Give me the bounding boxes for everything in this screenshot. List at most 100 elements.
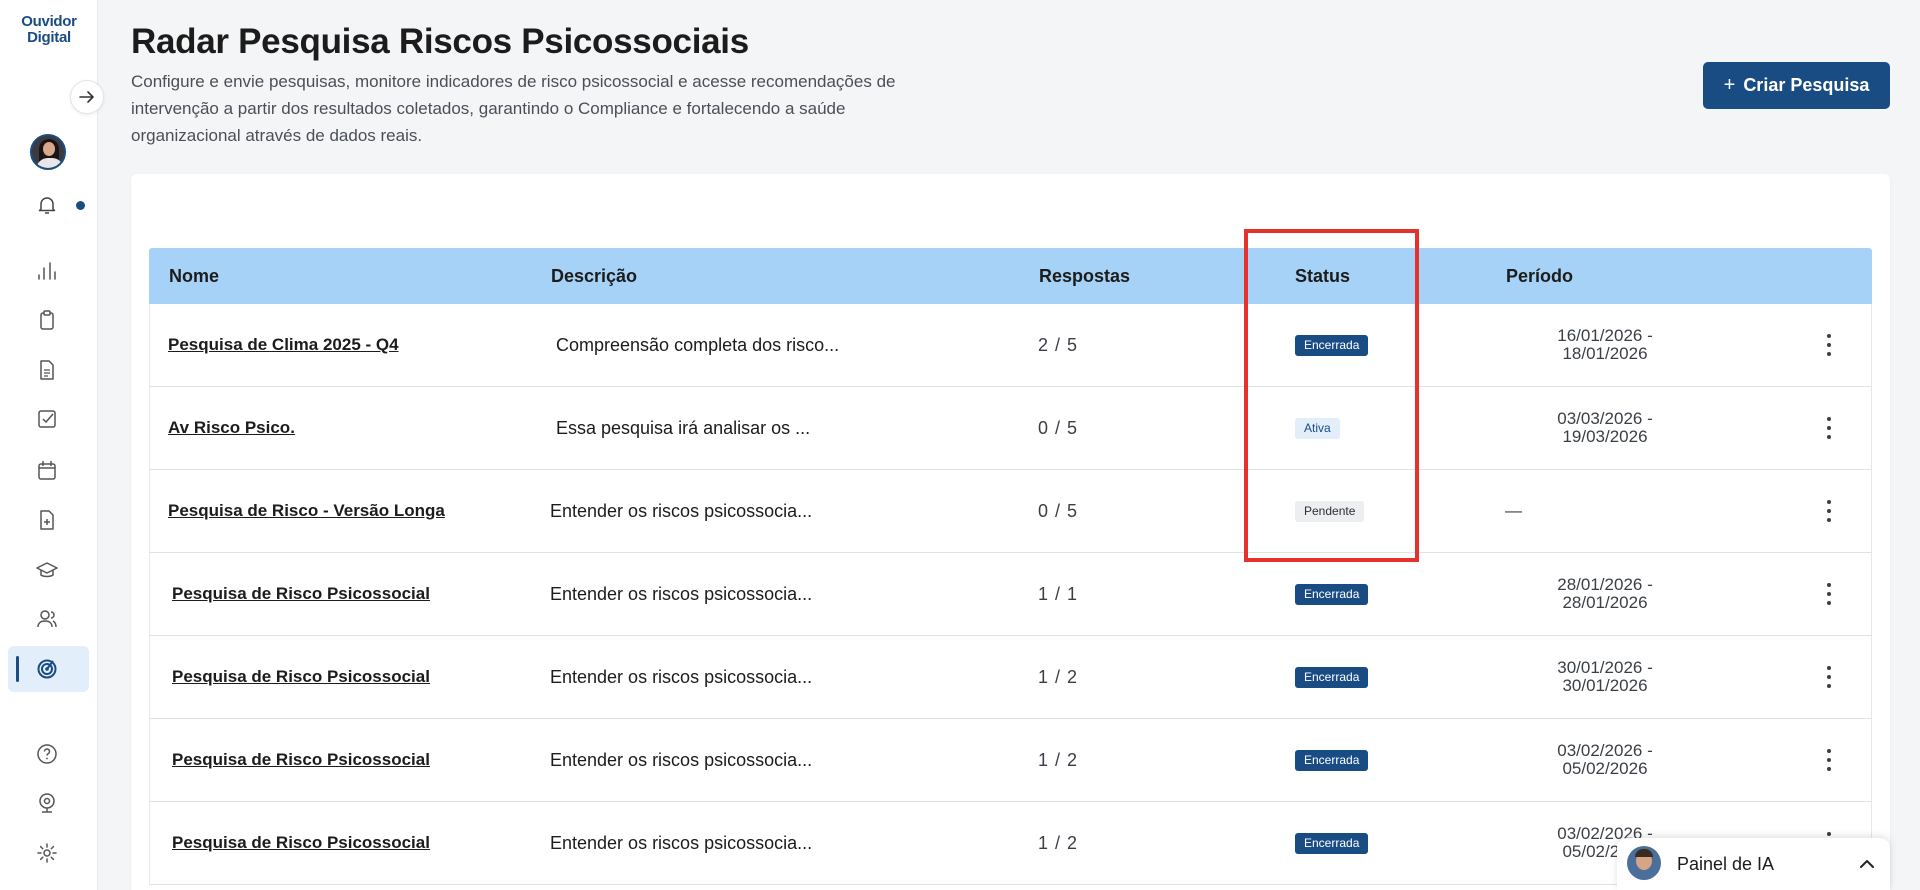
logo-line-1: Ouvidor [21, 13, 77, 30]
status-cell: Encerrada [1295, 719, 1445, 801]
name-cell: Av Risco Psico. [168, 387, 548, 469]
description-cell: Entender os riscos psicossocia... [550, 832, 813, 853]
nav-active-indicator [16, 656, 19, 682]
status-badge: Encerrada [1295, 832, 1369, 854]
row-menu-button[interactable] [1812, 470, 1846, 552]
logo[interactable]: Ouvidor Digital [14, 14, 84, 46]
status-badge: Encerrada [1295, 666, 1369, 688]
status-badge: Encerrada [1295, 583, 1369, 605]
description-cell: Entender os riscos psicossocia... [550, 666, 813, 687]
page-title: Radar Pesquisa Riscos Psicossociais [131, 22, 749, 61]
gear-icon[interactable] [34, 840, 60, 866]
ia-panel-label: Painel de IA [1677, 854, 1775, 874]
responses-cell: 2 / 5 [1038, 334, 1079, 355]
help-icon[interactable] [34, 741, 60, 767]
expand-sidebar-button[interactable] [70, 80, 104, 114]
description-cell: Compreensão completa dos risco... [556, 334, 840, 355]
ia-panel[interactable]: Painel de IA [1617, 838, 1890, 890]
radar-icon[interactable] [34, 656, 60, 682]
responses-cell: 1 / 1 [1038, 583, 1079, 604]
survey-name-link[interactable]: Pesquisa de Risco Psicossocial [172, 833, 430, 853]
name-cell: Pesquisa de Risco - Versão Longa [168, 470, 548, 552]
description-cell: Entender os riscos psicossocia... [550, 583, 813, 604]
period-empty: — [1505, 501, 1522, 520]
kebab-icon [1827, 417, 1831, 439]
document-icon[interactable] [34, 357, 60, 383]
kebab-icon [1827, 334, 1831, 356]
period-end: 19/03/2026 [1562, 427, 1648, 446]
col-name[interactable]: Nome [169, 248, 219, 304]
kebab-icon [1827, 666, 1831, 688]
calendar-icon[interactable] [34, 457, 60, 483]
responses-cell: 0 / 5 [1038, 500, 1079, 521]
period-start: 03/02/2026 - [1557, 741, 1653, 760]
col-period[interactable]: Período [1506, 248, 1573, 304]
period-cell: 16/01/2026 - 18/01/2026 [1505, 304, 1775, 386]
sidebar: Ouvidor Digital [0, 0, 104, 890]
responses-cell: 0 / 5 [1038, 417, 1079, 438]
responses-cell: 1 / 2 [1038, 832, 1079, 853]
kebab-icon [1827, 749, 1831, 771]
survey-name-link[interactable]: Av Risco Psico. [168, 418, 295, 438]
kebab-icon [1827, 583, 1831, 605]
col-responses[interactable]: Respostas [1039, 248, 1130, 304]
name-cell: Pesquisa de Risco Psicossocial [172, 553, 552, 635]
create-survey-label: Criar Pesquisa [1743, 75, 1870, 95]
survey-name-link[interactable]: Pesquisa de Clima 2025 - Q4 [168, 335, 399, 355]
status-badge: Encerrada [1295, 749, 1369, 771]
table-header: Nome Descrição Respostas Status Período [149, 248, 1872, 304]
row-menu-button[interactable] [1812, 636, 1846, 718]
bar-chart-icon[interactable] [34, 258, 60, 284]
survey-name-link[interactable]: Pesquisa de Risco - Versão Longa [168, 501, 445, 521]
name-cell: Pesquisa de Clima 2025 - Q4 [168, 304, 548, 386]
file-plus-icon[interactable] [34, 507, 60, 533]
description-cell: Essa pesquisa irá analisar os ... [556, 417, 811, 438]
bell-icon[interactable] [36, 194, 58, 216]
table-row[interactable]: Pesquisa de Risco Psicossocial Entender … [149, 802, 1872, 885]
survey-name-link[interactable]: Pesquisa de Risco Psicossocial [172, 667, 430, 687]
table-row[interactable]: Pesquisa de Risco - Versão Longa Entende… [149, 470, 1872, 553]
period-end: 05/02/2026 [1562, 759, 1648, 778]
create-survey-button[interactable]: + Criar Pesquisa [1703, 62, 1890, 109]
table-row[interactable]: Pesquisa de Clima 2025 - Q4 Compreensão … [149, 304, 1872, 387]
description-cell: Entender os riscos psicossocia... [550, 749, 813, 770]
row-menu-button[interactable] [1812, 304, 1846, 386]
period-cell: 28/01/2026 - 28/01/2026 [1505, 553, 1775, 635]
period-start: 16/01/2026 - [1557, 326, 1653, 345]
row-menu-button[interactable] [1812, 719, 1846, 801]
period-cell: 03/02/2026 - 05/02/2026 [1505, 719, 1775, 801]
users-icon[interactable] [34, 606, 60, 632]
plus-icon: + [1723, 74, 1736, 96]
col-description[interactable]: Descrição [551, 248, 637, 304]
webcam-icon[interactable] [34, 790, 60, 816]
ia-avatar [1627, 846, 1661, 880]
clipboard-icon[interactable] [34, 307, 60, 333]
period-start: 03/03/2026 - [1557, 409, 1653, 428]
arrow-right-icon [79, 91, 94, 103]
row-menu-button[interactable] [1812, 553, 1846, 635]
status-cell: Encerrada [1295, 636, 1445, 718]
logo-line-2: Digital [27, 29, 71, 46]
survey-name-link[interactable]: Pesquisa de Risco Psicossocial [172, 584, 430, 604]
page-description: Configure e envie pesquisas, monitore in… [131, 72, 896, 145]
table-row[interactable]: Av Risco Psico. Essa pesquisa irá analis… [149, 387, 1872, 470]
survey-table: Nome Descrição Respostas Status Período … [149, 248, 1872, 885]
period-start: 28/01/2026 - [1557, 575, 1653, 594]
period-end: 30/01/2026 [1562, 676, 1648, 695]
checkbox-icon[interactable] [34, 406, 60, 432]
period-end: 18/01/2026 [1562, 344, 1648, 363]
avatar[interactable] [30, 134, 66, 170]
chevron-up-icon[interactable] [1857, 854, 1877, 874]
status-column-highlight [1244, 229, 1419, 562]
description-cell: Entender os riscos psicossocia... [550, 500, 813, 521]
graduation-cap-icon[interactable] [34, 557, 60, 583]
period-cell: 30/01/2026 - 30/01/2026 [1505, 636, 1775, 718]
table-row[interactable]: Pesquisa de Risco Psicossocial Entender … [149, 636, 1872, 719]
period-start: 30/01/2026 - [1557, 658, 1653, 677]
status-cell: Encerrada [1295, 553, 1445, 635]
status-cell: Encerrada [1295, 802, 1445, 884]
row-menu-button[interactable] [1812, 387, 1846, 469]
survey-name-link[interactable]: Pesquisa de Risco Psicossocial [172, 750, 430, 770]
table-row[interactable]: Pesquisa de Risco Psicossocial Entender … [149, 553, 1872, 636]
table-row[interactable]: Pesquisa de Risco Psicossocial Entender … [149, 719, 1872, 802]
